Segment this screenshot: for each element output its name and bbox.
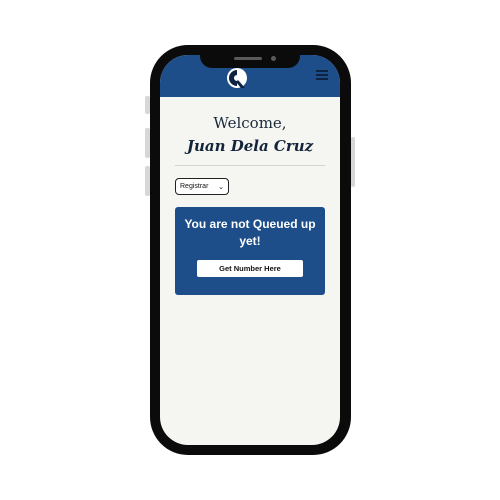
user-name: Juan Dela Cruz	[186, 137, 314, 155]
office-select-value: Registrar	[180, 183, 209, 190]
divider	[175, 165, 325, 166]
chevron-down-icon: ⌄	[218, 183, 224, 191]
welcome-greeting: Welcome,	[213, 114, 287, 132]
queue-status-card: You are not Queued up yet! Get Number He…	[175, 207, 325, 295]
q-logo-icon[interactable]	[221, 65, 253, 91]
hamburger-menu-icon[interactable]	[316, 70, 328, 80]
get-number-button[interactable]: Get Number Here	[197, 260, 303, 277]
phone-power-button	[351, 137, 355, 187]
front-camera	[271, 56, 276, 61]
phone-notch	[200, 55, 300, 68]
phone-screen: Welcome, Juan Dela Cruz Registrar ⌄ You …	[160, 55, 340, 445]
office-select[interactable]: Registrar ⌄	[175, 178, 229, 195]
queue-status-message: You are not Queued up yet!	[184, 217, 316, 248]
speaker-grille	[234, 57, 262, 60]
stage: Welcome, Juan Dela Cruz Registrar ⌄ You …	[0, 0, 500, 500]
